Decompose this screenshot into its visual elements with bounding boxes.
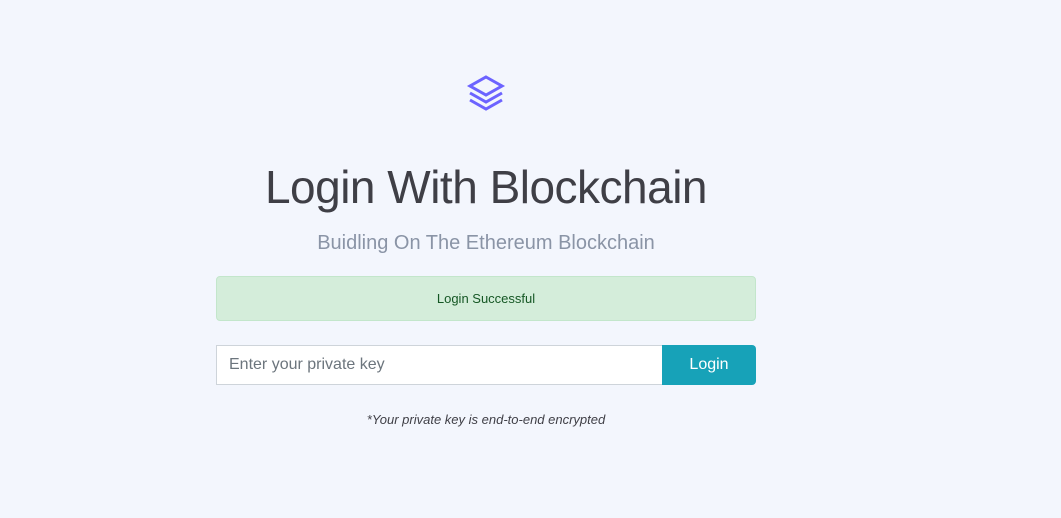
alert-text: Login Successful	[436, 291, 536, 306]
page-subtitle: Buidling On The Ethereum Blockchain	[317, 232, 655, 254]
private-key-input[interactable]	[216, 345, 662, 385]
encryption-note: *Your private key is end-to-end encrypte…	[366, 412, 606, 427]
page-title: Login With Blockchain	[264, 161, 708, 213]
success-alert: Login Successful	[216, 276, 756, 321]
login-button[interactable]: Login	[662, 345, 756, 385]
login-form: Login	[216, 345, 756, 385]
layers-icon	[466, 75, 506, 111]
